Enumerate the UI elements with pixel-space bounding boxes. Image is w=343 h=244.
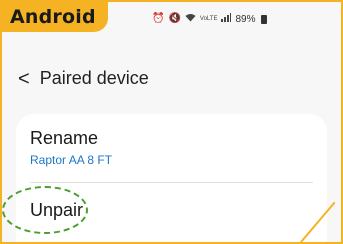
page-header: < Paired device: [18, 68, 149, 89]
rename-row[interactable]: Rename Raptor AA 8 FT: [30, 128, 313, 180]
unpair-row[interactable]: Unpair: [30, 190, 83, 230]
status-bar: ⏰ 🔇 VoLTE 89%: [152, 13, 267, 25]
battery-percent: 89%: [235, 13, 256, 25]
mute-icon: 🔇: [168, 13, 181, 24]
back-chevron-icon[interactable]: <: [18, 69, 30, 89]
signal-icon: [221, 13, 232, 25]
volte-icon: VoLTE: [199, 16, 218, 22]
screenshot-frame: Android ⏰ 🔇 VoLTE 89% < Paired device Re…: [0, 0, 343, 244]
rename-label: Rename: [30, 128, 99, 148]
unpair-label: Unpair: [30, 199, 84, 220]
divider: [30, 182, 313, 183]
wifi-icon: [185, 13, 196, 25]
device-name-value: Raptor AA 8 FT: [30, 153, 113, 167]
page-title: Paired device: [39, 68, 149, 88]
alarm-icon: ⏰: [152, 13, 165, 24]
android-badge: Android: [2, 2, 108, 32]
battery-icon: [260, 14, 267, 24]
settings-card: Rename Raptor AA 8 FT Unpair: [16, 114, 327, 242]
badge-label: Android: [10, 6, 96, 28]
